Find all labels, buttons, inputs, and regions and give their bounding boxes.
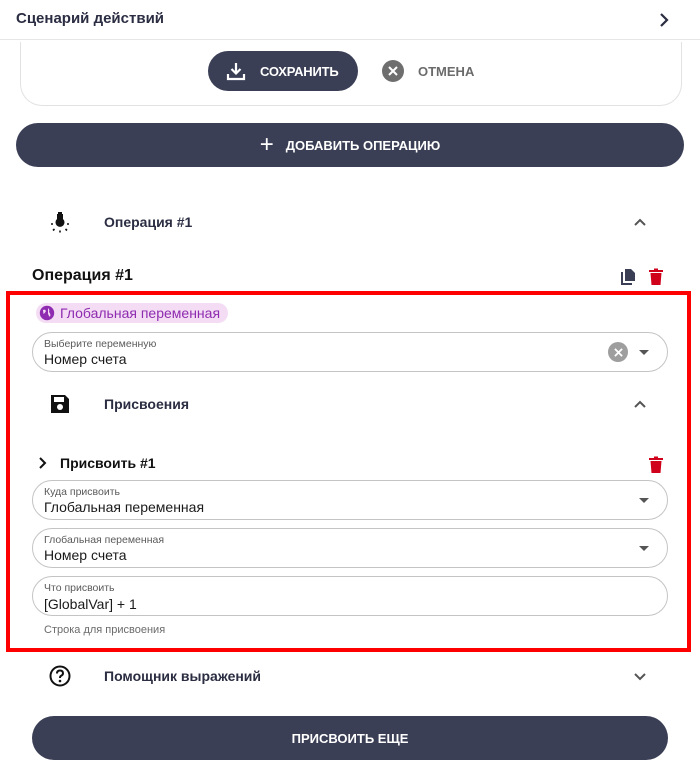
operation-title: Операция #1 — [32, 267, 133, 284]
dropdown-arrow-icon[interactable] — [639, 350, 649, 355]
global-variable-select-value: Номер счета — [44, 547, 127, 563]
operation-accordion[interactable]: Операция #1 — [0, 200, 700, 244]
page-header: Сценарий действий — [0, 0, 700, 40]
download-icon — [226, 63, 246, 81]
dropdown-arrow-icon[interactable] — [639, 546, 649, 551]
global-variable-select[interactable]: Глобальная переменная Номер счета — [32, 528, 668, 568]
chevron-down-icon[interactable] — [632, 668, 648, 684]
add-operation-label: ДОБАВИТЬ ОПЕРАЦИЮ — [285, 137, 441, 153]
target-select-value: Глобальная переменная — [44, 499, 205, 515]
global-variable-select-label: Глобальная переменная — [44, 534, 165, 546]
lightbulb-icon — [48, 210, 72, 234]
scope-chip-label: Глобальная переменная — [60, 305, 221, 321]
cancel-label: ОТМЕНА — [418, 63, 475, 79]
assign-value-helper: Строка для присвоения — [44, 624, 166, 636]
chevron-right-icon[interactable] — [656, 10, 672, 30]
save-icon — [48, 392, 72, 416]
target-select[interactable]: Куда присвоить Глобальная переменная — [32, 480, 668, 520]
assign-more-button[interactable]: ПРИСВОИТЬ ЕЩЕ — [32, 716, 668, 760]
save-button[interactable]: СОХРАНИТЬ — [208, 51, 358, 91]
assignments-accordion[interactable]: Присвоения — [0, 382, 700, 426]
copy-icon[interactable] — [620, 268, 636, 286]
close-icon — [382, 60, 404, 82]
cancel-button[interactable]: ОТМЕНА — [382, 58, 474, 84]
globe-icon — [39, 305, 55, 321]
dropdown-arrow-icon[interactable] — [639, 498, 649, 503]
assignment-header[interactable]: Присвоить #1 — [36, 455, 156, 471]
expression-helper-label: Помощник выражений — [104, 668, 262, 684]
page-title: Сценарий действий — [16, 10, 165, 27]
save-label: СОХРАНИТЬ — [260, 63, 339, 79]
chevron-up-icon[interactable] — [632, 396, 648, 412]
operation-accordion-label: Операция #1 — [104, 214, 193, 230]
chevron-up-icon[interactable] — [632, 214, 648, 230]
assign-value-input[interactable]: Что присвоить [GlobalVar] + 1 — [32, 576, 668, 616]
assign-value-label: Что присвоить — [44, 582, 115, 594]
assign-more-label: ПРИСВОИТЬ ЕЩЕ — [291, 730, 409, 746]
assignments-accordion-label: Присвоения — [104, 396, 189, 412]
help-icon — [48, 664, 72, 688]
assignment-title: Присвоить #1 — [60, 455, 156, 471]
assign-value-text: [GlobalVar] + 1 — [44, 596, 137, 612]
scope-chip: Глобальная переменная — [36, 303, 229, 323]
chevron-right-icon[interactable] — [36, 455, 50, 471]
variable-select[interactable]: Выберите переменную Номер счета — [32, 332, 668, 372]
plus-icon: + — [259, 131, 274, 158]
expression-helper-accordion[interactable]: Помощник выражений — [0, 654, 700, 698]
delete-icon[interactable] — [648, 456, 664, 474]
target-select-label: Куда присвоить — [44, 486, 120, 498]
delete-icon[interactable] — [648, 268, 664, 286]
add-operation-button[interactable]: + ДОБАВИТЬ ОПЕРАЦИЮ — [16, 123, 684, 167]
variable-select-label: Выберите переменную — [44, 338, 157, 350]
variable-select-value: Номер счета — [44, 351, 127, 367]
clear-icon[interactable] — [608, 342, 628, 362]
